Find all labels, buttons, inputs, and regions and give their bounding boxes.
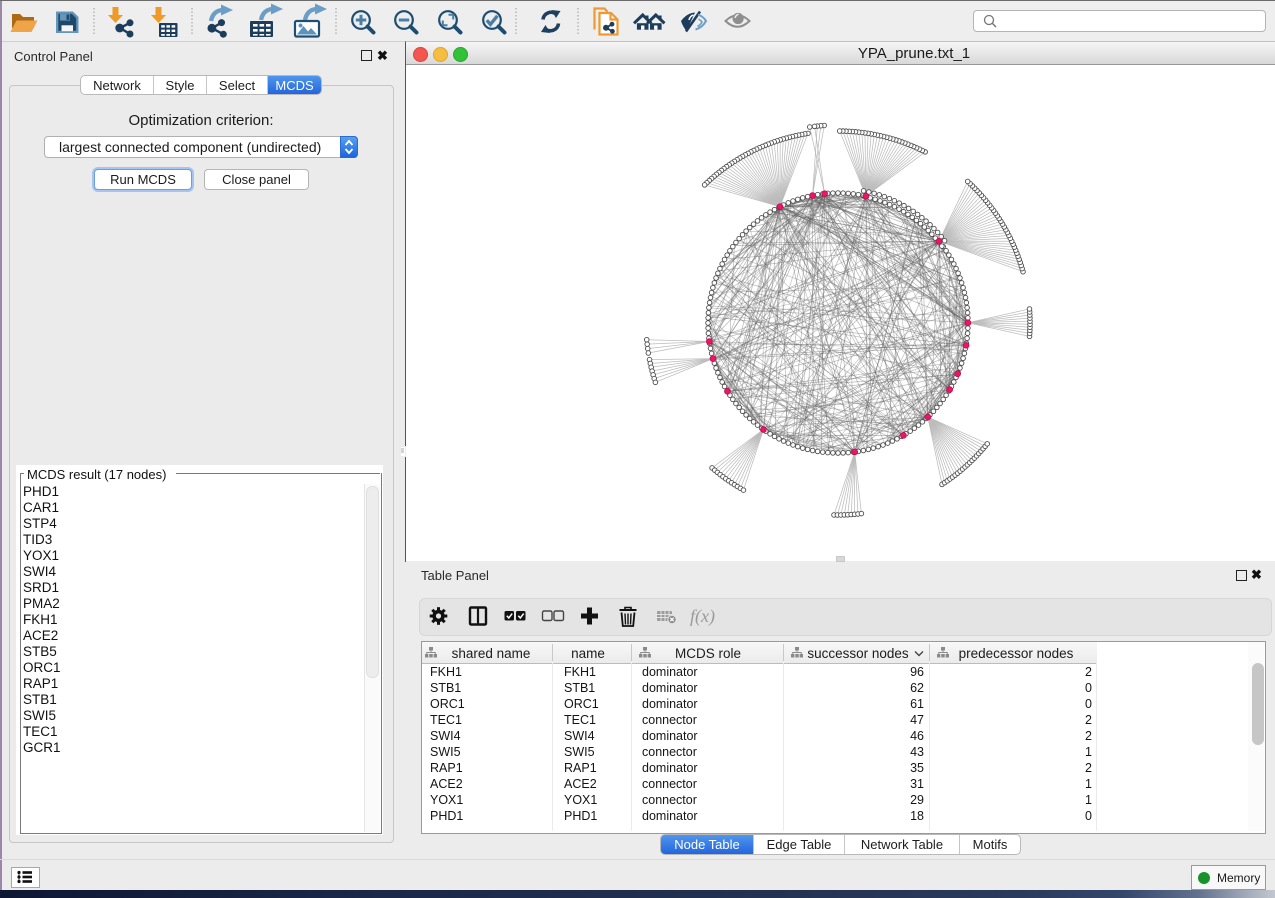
svg-text:f(x): f(x) bbox=[690, 606, 715, 627]
